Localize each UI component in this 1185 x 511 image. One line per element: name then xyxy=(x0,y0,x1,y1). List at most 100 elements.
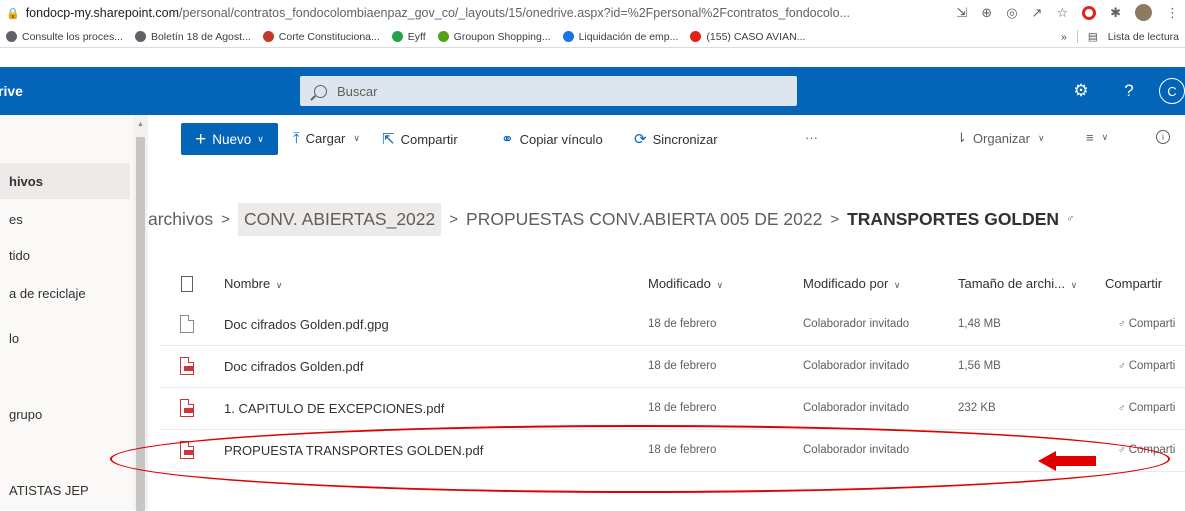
address-bar[interactable]: 🔒 fondocp-my.sharepoint.com/personal/con… xyxy=(0,0,1185,26)
breadcrumb-item[interactable]: PROPUESTAS CONV.ABIERTA 005 DE 2022 xyxy=(466,209,822,230)
nav-item-contratistas-jep[interactable]: ATISTAS JEP xyxy=(9,483,89,498)
account-avatar[interactable]: C xyxy=(1159,78,1185,104)
link-icon: ⚭ xyxy=(501,131,514,148)
help-button[interactable]: ? xyxy=(1105,81,1153,101)
browser-menu-icon[interactable]: ⋮ xyxy=(1166,5,1179,21)
file-modified-by: Colaborador invitado xyxy=(803,318,910,330)
bookmark-item[interactable]: Groupon Shopping... xyxy=(437,30,551,43)
file-name-link[interactable]: Doc cifrados Golden.pdf.gpg xyxy=(224,317,389,332)
nav-item-shared-libraries[interactable]: lo xyxy=(9,331,19,346)
nav-item-shared[interactable]: tido xyxy=(9,248,30,263)
nav-item-my-files[interactable]: hivos xyxy=(0,163,130,199)
bookmark-item[interactable]: Eyff xyxy=(391,30,426,43)
share-icon: ⇱ xyxy=(382,131,395,148)
file-sharing-label: Comparti xyxy=(1128,360,1176,372)
copy-link-button[interactable]: ⚭ Copiar vínculo xyxy=(501,130,603,148)
bookmark-item[interactable]: Corte Constituciona... xyxy=(262,31,380,43)
file-type-header-icon[interactable] xyxy=(181,276,193,292)
file-modified: 18 de febrero xyxy=(648,318,717,330)
chevron-down-icon: ∨ xyxy=(353,133,360,143)
profile-avatar[interactable] xyxy=(1135,4,1152,21)
zoom-icon[interactable]: ⊕ xyxy=(981,5,992,21)
upload-button[interactable]: ⤒ Cargar ∨ xyxy=(293,130,360,147)
bookmark-label: Eyff xyxy=(407,30,426,43)
url-host: fondocp-my.sharepoint.com xyxy=(25,6,180,20)
shared-people-icon: ♂ xyxy=(1118,403,1126,414)
tracking-icon[interactable]: ◎ xyxy=(1006,5,1017,21)
file-row[interactable]: Doc cifrados Golden.pdf 18 de febrero Cola… xyxy=(160,346,1185,388)
file-sharing[interactable]: ♂ Comparti xyxy=(1118,402,1175,414)
bookmarks-bar: Consulte los proces... Boletín 18 de Agos… xyxy=(0,26,1185,48)
install-app-icon[interactable]: ⇲ xyxy=(956,5,967,21)
file-sharing[interactable]: ♂ Comparti xyxy=(1118,360,1175,372)
bookmark-item[interactable]: Boletín 18 de Agost... xyxy=(134,30,251,43)
nav-item-group[interactable]: grupo xyxy=(9,407,42,422)
chevron-down-icon: ∨ xyxy=(275,280,283,290)
file-sharing[interactable]: ♂ Comparti xyxy=(1118,318,1175,330)
breadcrumb-item[interactable]: archivos xyxy=(148,209,213,230)
bookmark-star-icon[interactable]: ☆ xyxy=(1056,5,1068,21)
bookmark-label: Boletín 18 de Agost... xyxy=(150,30,251,43)
bookmark-label: Liquidación de emp... xyxy=(578,30,679,43)
plus-icon: + xyxy=(195,128,207,150)
upload-icon: ⤒ xyxy=(293,130,300,147)
column-modified-by-label: Modificado por xyxy=(803,276,889,291)
reading-list-button[interactable]: Lista de lectura xyxy=(1108,31,1179,43)
column-header-name[interactable]: Nombre ∨ xyxy=(224,276,282,291)
file-row[interactable]: Doc cifrados Golden.pdf.gpg 18 de febrero… xyxy=(160,304,1185,346)
chevron-right-icon: > xyxy=(221,210,230,228)
bookmark-favicon-icon xyxy=(134,31,146,42)
nav-item-recycle-bin[interactable]: a de reciclaje xyxy=(9,286,86,301)
file-sharing-label: Comparti xyxy=(1128,318,1176,330)
more-button[interactable]: ··· xyxy=(805,130,818,145)
bookmark-item[interactable]: Liquidación de emp... xyxy=(562,30,679,43)
highlight-ellipse xyxy=(110,425,1170,493)
sync-button[interactable]: ⟳ Sincronizar xyxy=(634,130,718,148)
column-header-modified-by[interactable]: Modificado por ∨ xyxy=(803,276,901,291)
share-page-icon[interactable]: ↗ xyxy=(1032,5,1043,21)
red-arrow-shape xyxy=(1038,451,1096,471)
bookmark-label: Groupon Shopping... xyxy=(453,30,551,43)
bookmarks-more-button[interactable]: » xyxy=(1061,31,1067,43)
breadcrumb-item[interactable]: CONV. ABIERTAS_2022 xyxy=(237,202,442,236)
extensions-icon[interactable]: ✱ xyxy=(1110,5,1121,21)
reading-list-icon: ▤ xyxy=(1087,30,1098,43)
red-arrow-icon xyxy=(1038,451,1096,471)
bookmark-item[interactable]: (155) CASO AVIAN... xyxy=(690,31,805,43)
file-size: 1,48 MB xyxy=(958,318,1001,330)
command-bar: + Nuevo ∨ ⤒ Cargar ∨ ⇱ Compartir ⚭ Copia… xyxy=(148,115,1185,163)
file-modified-by: Colaborador invitado xyxy=(803,402,910,414)
sort-icon: ⇂ xyxy=(956,130,967,145)
new-button-label: Nuevo xyxy=(212,131,252,147)
bookmark-label: (155) CASO AVIAN... xyxy=(706,30,806,43)
scroll-up-icon[interactable]: ▲ xyxy=(137,121,144,128)
file-row[interactable]: 1. CAPITULO DE EXCEPCIONES.pdf 18 de febr… xyxy=(160,388,1185,430)
file-name-link[interactable]: 1. CAPITULO DE EXCEPCIONES.pdf xyxy=(224,401,444,416)
bookmark-favicon-icon xyxy=(391,31,403,42)
info-button[interactable]: i xyxy=(1156,130,1170,144)
chevron-right-icon: > xyxy=(449,210,459,228)
column-header-sharing[interactable]: Compartir xyxy=(1105,276,1162,291)
file-name-link[interactable]: Doc cifrados Golden.pdf xyxy=(224,359,363,374)
opera-icon[interactable] xyxy=(1082,5,1097,20)
file-size: 232 KB xyxy=(958,402,996,414)
chevron-down-icon: ∨ xyxy=(1101,132,1109,142)
settings-gear-icon[interactable]: ⚙ xyxy=(1057,81,1105,101)
bookmark-favicon-icon xyxy=(437,31,449,42)
search-box[interactable]: Buscar xyxy=(300,76,797,106)
nav-item-recent[interactable]: es xyxy=(9,212,23,227)
share-button[interactable]: ⇱ Compartir xyxy=(382,130,458,148)
app-name[interactable]: rive xyxy=(0,83,23,99)
column-header-modified[interactable]: Modificado ∨ xyxy=(648,276,723,291)
column-header-size[interactable]: Tamaño de archi... ∨ xyxy=(958,276,1077,291)
share-label: Compartir xyxy=(400,131,458,147)
url-text: fondocp-my.sharepoint.com/personal/contr… xyxy=(26,6,850,20)
bookmark-item[interactable]: Consulte los proces... xyxy=(6,31,123,43)
info-icon: i xyxy=(1156,130,1170,144)
bookmark-favicon-icon xyxy=(562,31,574,42)
pdf-file-icon xyxy=(180,357,194,375)
view-options-button[interactable]: ≡ ∨ xyxy=(1086,130,1108,145)
new-button[interactable]: + Nuevo ∨ xyxy=(181,123,278,155)
search-input[interactable]: Buscar xyxy=(337,84,377,99)
sort-button[interactable]: ⇂ Organizar ∨ xyxy=(956,130,1045,146)
